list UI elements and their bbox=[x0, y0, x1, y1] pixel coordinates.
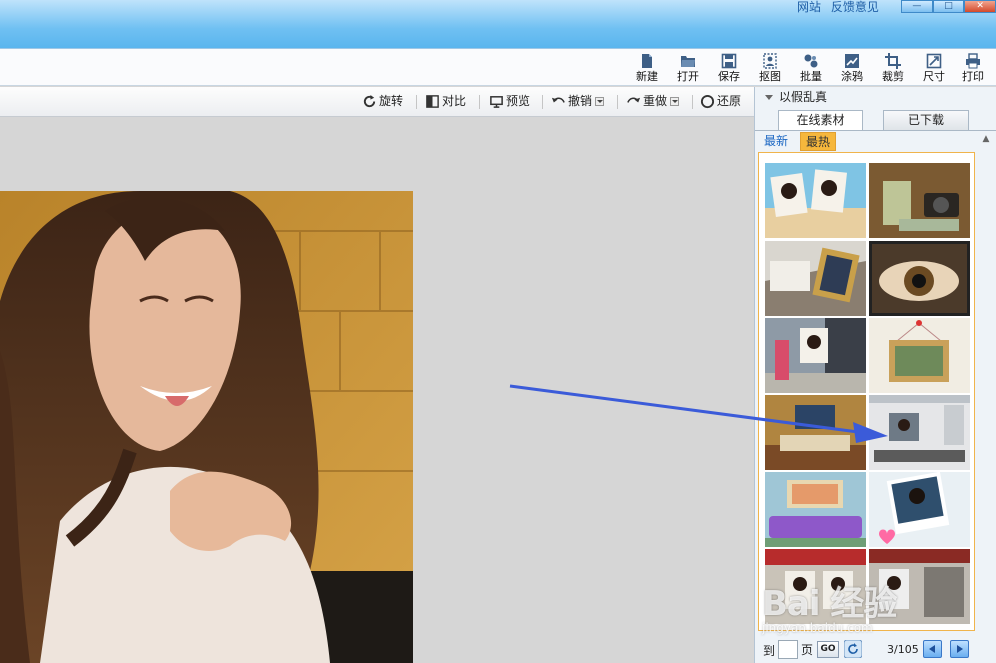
toolbar-divider bbox=[416, 95, 417, 109]
page-number-input[interactable] bbox=[778, 640, 798, 659]
thumbnail-photo-frame-glass-camera[interactable] bbox=[869, 163, 970, 238]
open-button[interactable]: 打开 bbox=[668, 51, 708, 85]
cutout-icon bbox=[763, 53, 777, 69]
batch-label: 批量 bbox=[800, 70, 822, 83]
new-label: 新建 bbox=[636, 70, 658, 83]
restore-label: 还原 bbox=[717, 94, 742, 108]
canvas-toolbar: 旋转 对比 预览 撤销 重做 还原 bbox=[0, 87, 754, 117]
crop-label: 裁剪 bbox=[882, 70, 904, 83]
doodle-label: 涂鸦 bbox=[841, 70, 863, 83]
page-label: 页 bbox=[801, 643, 814, 657]
main-toolbar: 新建 打开 保存 抠图 批量 涂鸦 裁剪 尺寸 打印 bbox=[0, 48, 996, 86]
thumbnail-photo-frame-purple-sofa[interactable] bbox=[765, 472, 866, 547]
rotate-label: 旋转 bbox=[379, 94, 404, 108]
undo-icon bbox=[551, 97, 565, 103]
scroll-up-icon[interactable]: ▲ bbox=[979, 134, 993, 146]
print-icon bbox=[966, 53, 980, 69]
maximize-button[interactable]: □ bbox=[932, 0, 965, 13]
sort-bar: 最新 最热 bbox=[755, 130, 996, 152]
thumbnail-photo-frame-desk[interactable] bbox=[765, 241, 866, 316]
thumbnail-photo-frame-street[interactable] bbox=[765, 318, 866, 393]
crop-button[interactable]: 裁剪 bbox=[873, 51, 913, 85]
toolbar-divider bbox=[542, 95, 543, 109]
next-page-button[interactable] bbox=[950, 640, 969, 658]
undo-label: 撤销 bbox=[568, 94, 593, 108]
resize-icon bbox=[926, 53, 942, 69]
save-icon bbox=[721, 53, 737, 69]
watermark-url: jingyan.baidu.com bbox=[762, 621, 873, 635]
batch-icon bbox=[804, 54, 818, 68]
thumbnail-photo-frame-eye[interactable] bbox=[869, 241, 970, 316]
website-link[interactable]: 网站 bbox=[797, 0, 821, 14]
folder-open-icon bbox=[681, 56, 695, 67]
redo-dropdown-icon[interactable] bbox=[670, 97, 680, 106]
thumbnail-photo-frame-hotel-room[interactable] bbox=[765, 395, 866, 470]
save-label: 保存 bbox=[718, 70, 740, 83]
doodle-button[interactable]: 涂鸦 bbox=[832, 51, 872, 85]
tab-online-materials[interactable]: 在线素材 bbox=[778, 110, 863, 130]
panel-header[interactable]: 以假乱真 bbox=[765, 89, 827, 106]
resize-button[interactable]: 尺寸 bbox=[914, 51, 954, 85]
window-controls: — □ ✕ bbox=[901, 0, 996, 13]
print-button[interactable]: 打印 bbox=[953, 51, 993, 85]
panel-title: 以假乱真 bbox=[779, 90, 828, 104]
new-button[interactable]: 新建 bbox=[627, 51, 667, 85]
undo-button[interactable]: 撤销 bbox=[551, 93, 605, 110]
open-label: 打开 bbox=[677, 70, 699, 83]
collapse-arrow-icon bbox=[765, 95, 773, 100]
portrait-image bbox=[0, 191, 413, 663]
doodle-icon bbox=[845, 54, 859, 68]
new-file-icon bbox=[642, 54, 652, 68]
resize-label: 尺寸 bbox=[923, 70, 945, 83]
preview-icon bbox=[490, 96, 503, 108]
redo-label: 重做 bbox=[643, 94, 668, 108]
page-count: 3/105 bbox=[887, 643, 919, 656]
rotate-button[interactable]: 旋转 bbox=[362, 93, 403, 110]
goto-label: 到 bbox=[763, 644, 776, 658]
thumbnail-photo-frame-living-room[interactable] bbox=[869, 395, 970, 470]
thumbnail-photo-frame-wall-hanging[interactable] bbox=[869, 318, 970, 393]
compare-label: 对比 bbox=[442, 94, 467, 108]
title-links: 网站 反馈意见 bbox=[797, 0, 885, 15]
cutout-label: 抠图 bbox=[759, 70, 781, 83]
sort-newest[interactable]: 最新 bbox=[759, 132, 793, 151]
sort-hottest[interactable]: 最热 bbox=[800, 132, 837, 151]
undo-dropdown-icon[interactable] bbox=[595, 97, 605, 106]
compare-icon bbox=[426, 95, 439, 108]
restore-icon bbox=[700, 94, 715, 109]
minimize-button[interactable]: — bbox=[901, 0, 933, 13]
preview-label: 预览 bbox=[506, 94, 531, 108]
toolbar-divider bbox=[479, 95, 480, 109]
refresh-icon[interactable] bbox=[844, 640, 862, 658]
close-button[interactable]: ✕ bbox=[964, 0, 996, 13]
gallery-scrollbar[interactable]: ▲ bbox=[979, 134, 993, 631]
cutout-button[interactable]: 抠图 bbox=[750, 51, 790, 85]
title-bar: 网站 反馈意见 — □ ✕ bbox=[0, 0, 996, 48]
tab-downloaded[interactable]: 已下载 bbox=[883, 110, 969, 130]
toolbar-divider bbox=[617, 95, 618, 109]
thumbnail-photo-frame-beach[interactable] bbox=[765, 163, 866, 238]
thumbnail-photo-frame-heart[interactable] bbox=[869, 472, 970, 547]
pagination-bar: 到 页 GO 3/105 bbox=[755, 636, 996, 663]
save-button[interactable]: 保存 bbox=[709, 51, 749, 85]
batch-button[interactable]: 批量 bbox=[791, 51, 831, 85]
app-window: 网站 反馈意见 — □ ✕ 新建 打开 保存 抠图 批量 涂鸦 裁剪 尺寸 打印… bbox=[0, 0, 996, 663]
crop-icon bbox=[885, 53, 901, 69]
redo-button[interactable]: 重做 bbox=[626, 93, 680, 110]
watermark-text: Bai 经验 bbox=[762, 584, 897, 624]
restore-button[interactable]: 还原 bbox=[700, 93, 741, 110]
print-label: 打印 bbox=[962, 70, 984, 83]
thumbnail-gallery bbox=[758, 152, 975, 631]
toolbar-divider bbox=[692, 95, 693, 109]
redo-icon bbox=[627, 97, 641, 103]
feedback-link[interactable]: 反馈意见 bbox=[831, 0, 879, 14]
prev-page-button[interactable] bbox=[923, 640, 942, 658]
compare-button[interactable]: 对比 bbox=[425, 93, 466, 110]
go-button[interactable]: GO bbox=[817, 641, 839, 658]
edited-photo[interactable] bbox=[0, 191, 413, 663]
rotate-icon bbox=[363, 94, 376, 108]
preview-button[interactable]: 预览 bbox=[489, 93, 530, 110]
